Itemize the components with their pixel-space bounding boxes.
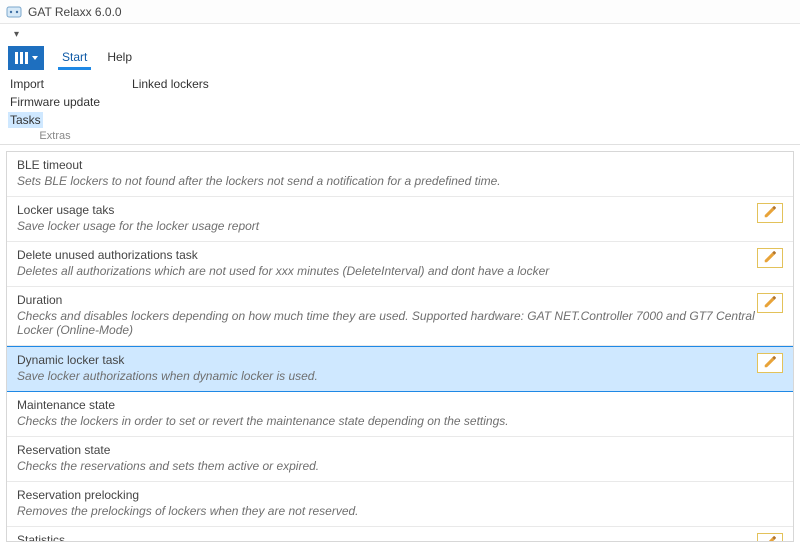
task-row[interactable]: Delete unused authorizations task Deletes… [7,242,793,287]
list-icon [15,52,28,64]
ribbon-tabs: Start Help [0,44,800,72]
app-icon [6,4,22,20]
tab-help[interactable]: Help [97,46,142,70]
ribbon-group-label: Extras [39,130,70,142]
titlebar: GAT Relaxx 6.0.0 [0,0,800,24]
quick-access-toolbar: ▾ [0,24,800,44]
file-menu-button[interactable] [8,46,44,70]
ribbon-group-area: Import Firmware update Tasks Extras Link… [0,72,800,145]
pencil-icon [763,250,777,267]
task-description: Removes the prelockings of lockers when … [17,504,783,518]
task-row[interactable]: Duration Checks and disables lockers depe… [7,287,793,346]
task-title: Duration [17,293,783,307]
task-row[interactable]: StatisticsCollects data for the locker u… [7,527,793,542]
task-title: Locker usage taks [17,203,783,217]
pencil-icon [763,205,777,222]
edit-button[interactable] [757,353,783,373]
task-description: Deletes all authorizations which are not… [17,264,783,278]
chevron-down-icon [32,56,38,60]
window-title: GAT Relaxx 6.0.0 [28,5,122,19]
task-description: Save locker usage for the locker usage r… [17,219,783,233]
ribbon-group-linked-lockers: Linked lockers [130,76,211,142]
task-row[interactable]: Reservation prelocking Removes the preloc… [7,482,793,527]
edit-button[interactable] [757,293,783,313]
task-description: Save locker authorizations when dynamic … [17,369,783,383]
task-title: BLE timeout [17,158,783,172]
ribbon-item-import[interactable]: Import [8,76,46,92]
edit-button[interactable] [757,533,783,542]
task-row[interactable]: Maintenance state Checks the lockers in o… [7,392,793,437]
task-description: Checks the reservations and sets them ac… [17,459,783,473]
task-row[interactable]: Locker usage taks Save locker usage for t… [7,197,793,242]
task-description: Checks the lockers in order to set or re… [17,414,783,428]
pencil-icon [763,355,777,372]
edit-button[interactable] [757,248,783,268]
task-title: Maintenance state [17,398,783,412]
task-title: Dynamic locker task [17,353,783,367]
task-list: BLE timeout Sets BLE lockers to not found… [6,151,794,542]
ribbon-item-tasks[interactable]: Tasks [8,112,43,128]
task-title: Reservation prelocking [17,488,783,502]
task-row[interactable]: Reservation state Checks the reservations… [7,437,793,482]
task-description: Sets BLE lockers to not found after the … [17,174,783,188]
ribbon-item-linked-lockers[interactable]: Linked lockers [130,76,211,92]
task-title: Reservation state [17,443,783,457]
task-row[interactable]: BLE timeout Sets BLE lockers to not found… [7,152,793,197]
pencil-icon [763,295,777,312]
tab-start[interactable]: Start [52,46,97,70]
ribbon-group-extras: Import Firmware update Tasks Extras [8,76,102,142]
edit-button[interactable] [757,203,783,223]
pencil-icon [763,535,777,543]
qat-dropdown-icon[interactable]: ▾ [14,29,19,40]
task-description: Checks and disables lockers depending on… [17,309,783,337]
task-row[interactable]: Dynamic locker task Save locker authoriza… [7,346,793,392]
task-title: Statistics [17,533,783,542]
task-title: Delete unused authorizations task [17,248,783,262]
ribbon-item-firmware-update[interactable]: Firmware update [8,94,102,110]
